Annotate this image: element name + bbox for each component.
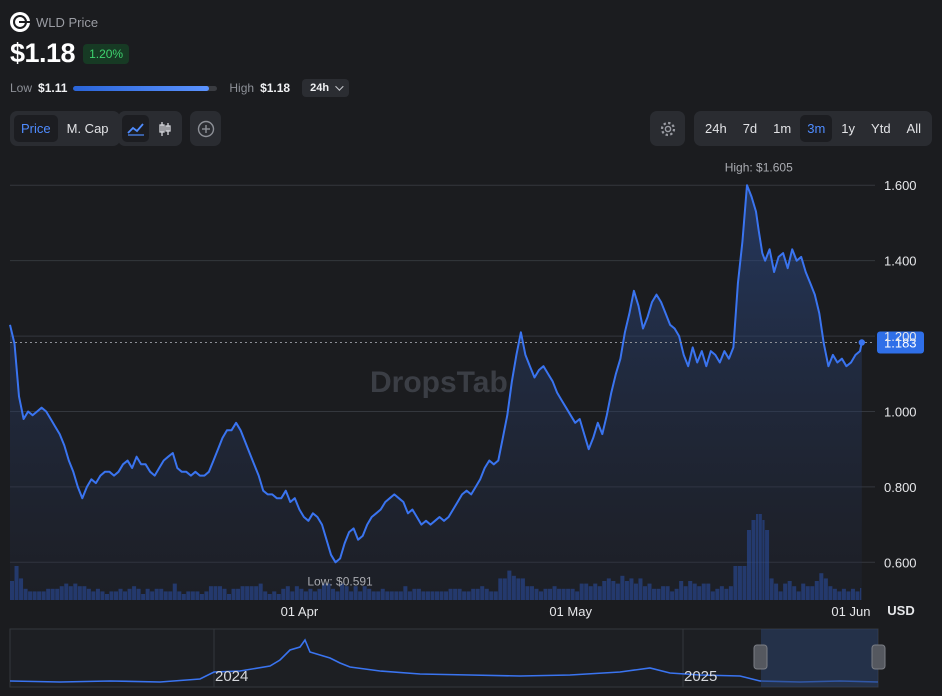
currency-label: USD xyxy=(887,603,914,618)
x-axis: 01 Apr 01 May 01 Jun xyxy=(281,604,871,619)
y-tick-label: 0.800 xyxy=(884,480,917,495)
low-annotation: Low: $0.591 xyxy=(307,575,373,589)
y-tick-label: 1.000 xyxy=(884,404,917,419)
y-tick-label: 1.200 xyxy=(884,329,917,344)
high-annotation: High: $1.605 xyxy=(725,160,793,174)
y-tick-label: 0.600 xyxy=(884,555,917,570)
watermark: DropsTab xyxy=(370,366,508,399)
current-price-dot xyxy=(858,339,866,346)
y-tick-label: 1.400 xyxy=(884,254,917,269)
y-tick-label: 1.600 xyxy=(884,178,917,193)
range-navigator[interactable]: 2024 2025 xyxy=(9,628,886,688)
navigator-selection[interactable] xyxy=(761,629,878,687)
price-chart[interactable]: DropsTab 1.183 High: $1.605 Low: $0.591 … xyxy=(0,0,942,696)
navigator-year-2025: 2025 xyxy=(684,668,717,685)
y-axis: 0.600 0.800 1.000 1.200 1.400 1.600 xyxy=(884,178,917,570)
navigator-right-handle[interactable] xyxy=(871,644,886,670)
navigator-year-2024: 2024 xyxy=(215,668,248,685)
x-tick-label: 01 May xyxy=(549,604,592,619)
navigator-left-handle[interactable] xyxy=(753,644,768,670)
x-tick-label: 01 Apr xyxy=(281,604,319,619)
x-tick-label: 01 Jun xyxy=(831,604,870,619)
